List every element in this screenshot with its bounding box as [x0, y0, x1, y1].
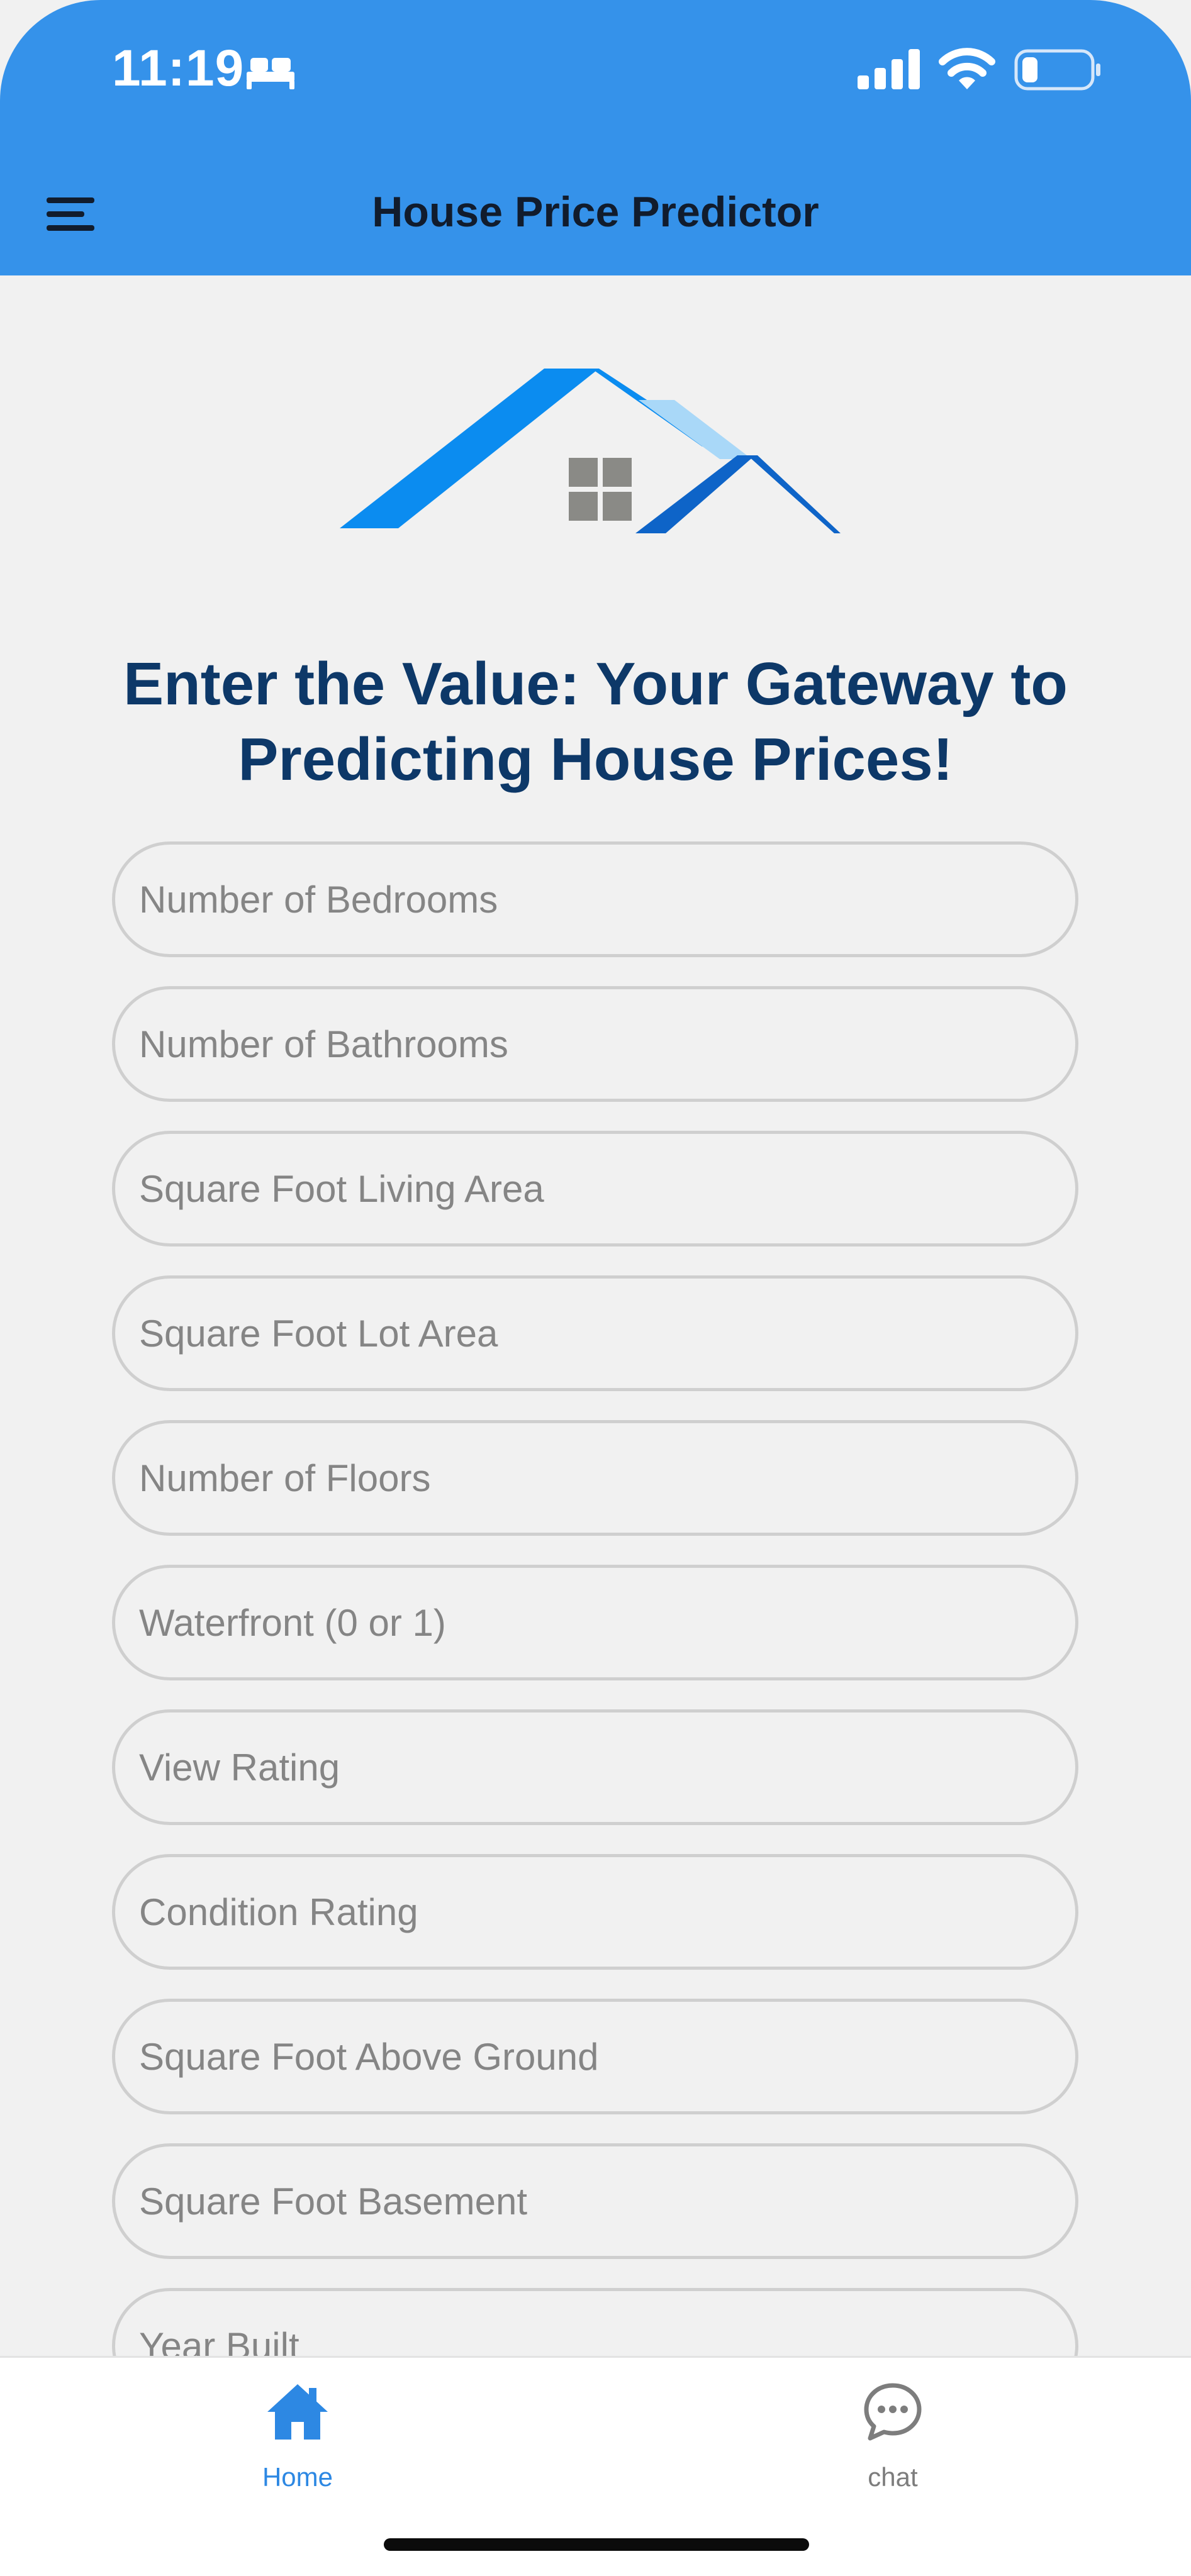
home-icon: [267, 2384, 328, 2440]
bathrooms-input[interactable]: [112, 986, 1078, 1102]
year-built-input[interactable]: [112, 2288, 1078, 2357]
battery-icon: [1014, 49, 1100, 91]
tab-home[interactable]: Home: [172, 2358, 423, 2515]
floors-input[interactable]: [112, 1420, 1078, 1536]
bedrooms-input[interactable]: [112, 841, 1078, 957]
app-header: 11:19 House Price Predictor: [0, 0, 1191, 275]
chat-bubble-icon: [864, 2383, 922, 2441]
app-screen: 11:19 House Price Predictor Enter the Va…: [0, 0, 1191, 2576]
above-ground-input[interactable]: [112, 1999, 1078, 2114]
prediction-form: [112, 841, 1078, 2357]
tab-chat[interactable]: chat: [767, 2358, 1019, 2515]
cellular-signal-icon: [858, 49, 920, 89]
wifi-icon: [939, 48, 995, 89]
status-time: 11:19: [112, 40, 245, 97]
lot-area-input[interactable]: [112, 1275, 1078, 1391]
view-rating-input[interactable]: [112, 1709, 1078, 1825]
headline: Enter the Value: Your Gateway to Predict…: [123, 650, 1068, 793]
tab-chat-label: chat: [868, 2462, 918, 2492]
basement-input[interactable]: [112, 2143, 1078, 2259]
home-indicator: [384, 2538, 809, 2551]
waterfront-input[interactable]: [112, 1565, 1078, 1680]
tab-home-label: Home: [262, 2462, 333, 2492]
bed-icon: [247, 58, 294, 89]
page-title: House Price Predictor: [372, 188, 819, 236]
living-area-input[interactable]: [112, 1131, 1078, 1246]
house-roof-logo: [340, 369, 841, 533]
condition-rating-input[interactable]: [112, 1854, 1078, 1970]
